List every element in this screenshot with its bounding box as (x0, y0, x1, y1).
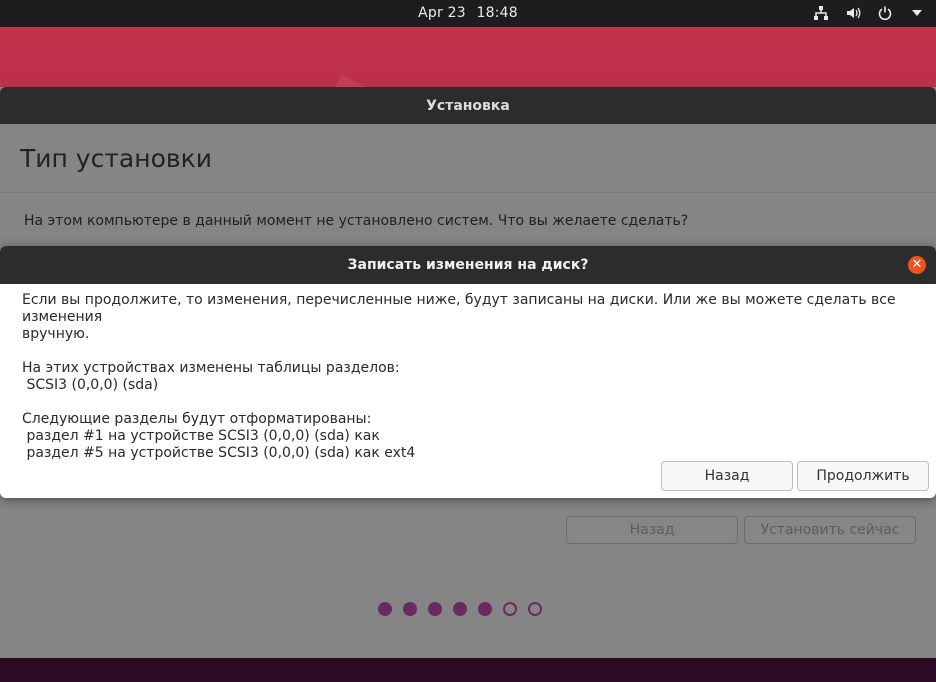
install-question: На этом компьютере в данный момент не ус… (24, 213, 689, 229)
progress-dot-complete (478, 602, 492, 616)
format-item: раздел #1 на устройстве SCSI3 (0,0,0) (s… (22, 428, 380, 444)
dialog-titlebar[interactable]: Записать изменения на диск? ✕ (0, 246, 936, 284)
installer-titlebar[interactable]: Установка (0, 87, 936, 124)
install-now-button[interactable]: Установить сейчас (744, 516, 916, 544)
progress-dot-complete (428, 602, 442, 616)
partition-tables-heading: На этих устройствах изменены таблицы раз… (22, 360, 400, 376)
progress-dot-pending (503, 602, 517, 616)
format-item: раздел #5 на устройстве SCSI3 (0,0,0) (s… (22, 445, 416, 461)
menu-arrow-icon[interactable] (908, 4, 926, 22)
partition-table-device: SCSI3 (0,0,0) (sda) (22, 377, 159, 393)
confirm-write-dialog: Записать изменения на диск? ✕ Если вы пр… (0, 246, 936, 498)
dialog-continue-button[interactable]: Продолжить (797, 461, 929, 491)
dialog-message: Если вы продолжите, то изменения, перечи… (22, 292, 922, 462)
clock-date: Apr 23 (418, 5, 466, 21)
header-divider (0, 192, 936, 193)
format-heading: Следующие разделы будут отформатированы: (22, 411, 372, 427)
dialog-intro-line: вручную. (22, 326, 90, 342)
installer-window-title: Установка (426, 97, 510, 114)
dialog-back-button[interactable]: Назад (661, 461, 793, 491)
volume-icon[interactable] (844, 4, 862, 22)
dialog-intro-line: Если вы продолжите, то изменения, перечи… (22, 292, 896, 325)
progress-dot-pending (528, 602, 542, 616)
page-title: Тип установки (20, 144, 212, 173)
power-icon[interactable] (876, 4, 894, 22)
installer-back-button[interactable]: Назад (566, 516, 738, 544)
dialog-title: Записать изменения на диск? (347, 257, 589, 273)
progress-dots (378, 602, 542, 616)
desktop-bottom (0, 658, 936, 682)
progress-dot-complete (403, 602, 417, 616)
close-icon[interactable]: ✕ (908, 256, 926, 274)
clock[interactable]: Apr 23 18:48 (0, 5, 936, 21)
system-tray[interactable] (812, 4, 926, 22)
progress-dot-complete (453, 602, 467, 616)
network-icon[interactable] (812, 4, 830, 22)
progress-dot-complete (378, 602, 392, 616)
clock-time: 18:48 (476, 5, 518, 21)
top-bar: Apr 23 18:48 (0, 0, 936, 27)
